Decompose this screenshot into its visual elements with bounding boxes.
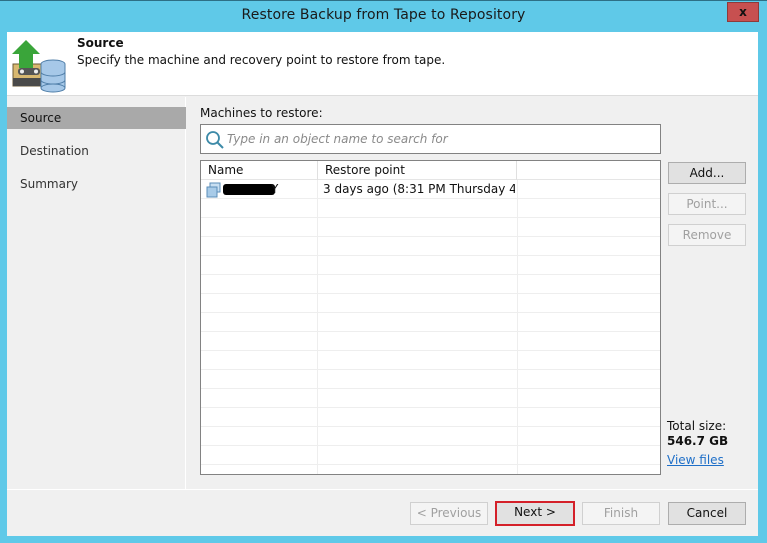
tape-restore-icon	[12, 40, 66, 93]
wizard-header: Source Specify the machine and recovery …	[7, 32, 758, 96]
empty-row	[201, 427, 660, 446]
empty-row	[201, 199, 660, 218]
search-input[interactable]	[227, 129, 647, 149]
column-header-restore-point[interactable]: Restore point	[318, 161, 517, 180]
empty-row	[201, 294, 660, 313]
table-row[interactable]: Y 3 days ago (8:31 PM Thursday 4/1...	[201, 180, 660, 199]
total-size-label: Total size:	[667, 419, 727, 433]
window-title: Restore Backup from Tape to Repository	[241, 7, 526, 23]
empty-row	[201, 332, 660, 351]
step-description: Specify the machine and recovery point t…	[77, 53, 446, 67]
finish-button[interactable]: Finish	[582, 502, 660, 525]
close-icon: x	[739, 5, 747, 19]
sidebar-item-source[interactable]: Source	[7, 107, 186, 129]
sidebar-item-summary[interactable]: Summary	[7, 173, 186, 195]
machine-name-suffix: Y	[271, 182, 279, 196]
point-button[interactable]: Point...	[668, 193, 746, 215]
empty-row	[201, 408, 660, 427]
empty-row	[201, 218, 660, 237]
previous-button[interactable]: < Previous	[410, 502, 488, 525]
empty-row	[201, 237, 660, 256]
search-icon	[206, 131, 224, 149]
empty-row	[201, 446, 660, 465]
machines-table[interactable]: Name Restore point Y 3 days ago (8:31 PM…	[200, 160, 661, 475]
column-header-name[interactable]: Name	[201, 161, 318, 180]
total-size-value: 546.7 GB	[667, 434, 729, 448]
next-button[interactable]: Next >	[495, 501, 575, 526]
redacted-machine-name	[223, 184, 275, 195]
dialog-client-area: Source Specify the machine and recovery …	[7, 32, 758, 536]
sidebar-item-destination[interactable]: Destination	[7, 140, 186, 162]
empty-row	[201, 275, 660, 294]
wizard-footer: < Previous Next > Finish Cancel	[7, 489, 758, 536]
search-box[interactable]	[200, 124, 661, 154]
empty-row	[201, 389, 660, 408]
close-button[interactable]: x	[727, 2, 759, 22]
table-header: Name Restore point	[201, 161, 660, 180]
empty-row	[201, 256, 660, 275]
restore-point-cell: 3 days ago (8:31 PM Thursday 4/1...	[323, 182, 515, 196]
vm-icon	[206, 182, 221, 198]
empty-row	[201, 370, 660, 389]
wizard-steps-sidebar: Source Destination Summary	[7, 97, 186, 489]
dialog-window: Restore Backup from Tape to Repository x	[0, 0, 767, 543]
empty-row	[201, 313, 660, 332]
cancel-button[interactable]: Cancel	[668, 502, 746, 525]
source-step-content: Machines to restore: Name Restore point	[187, 97, 758, 489]
machines-to-restore-label: Machines to restore:	[200, 106, 323, 120]
empty-row	[201, 351, 660, 370]
add-button[interactable]: Add...	[668, 162, 746, 184]
view-files-link[interactable]: View files	[667, 453, 724, 467]
remove-button[interactable]: Remove	[668, 224, 746, 246]
step-title: Source	[77, 36, 124, 50]
title-bar[interactable]: Restore Backup from Tape to Repository x	[0, 1, 767, 32]
